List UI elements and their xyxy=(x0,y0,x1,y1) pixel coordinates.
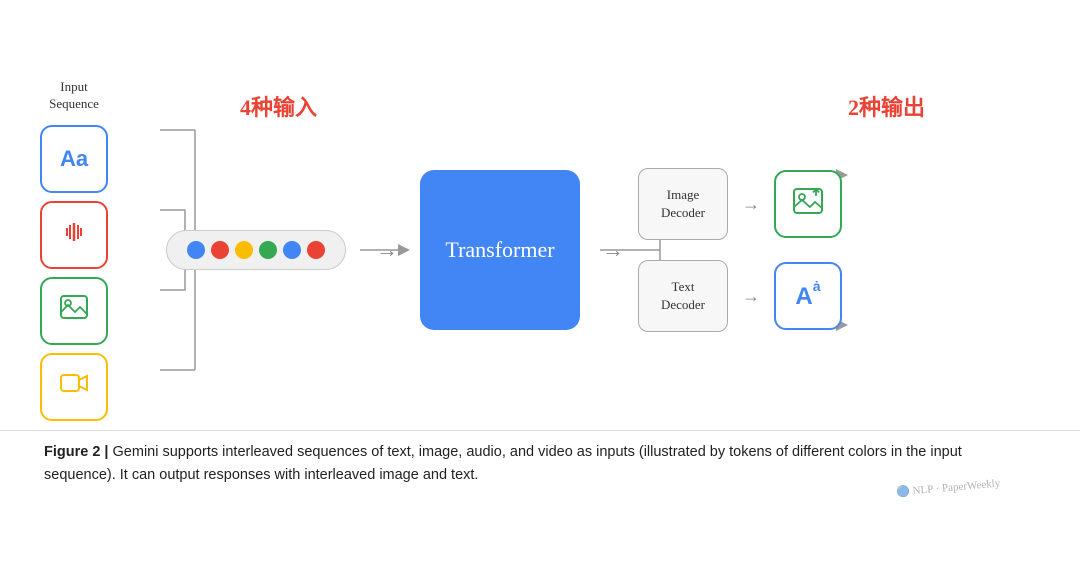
audio-input-box xyxy=(40,201,108,269)
arrow-to-text-output: → xyxy=(742,286,760,307)
input-section: InputSequence Aa xyxy=(40,79,108,421)
text-input-box: Aa xyxy=(40,125,108,193)
image-icon xyxy=(59,294,89,327)
text-decoder-row: Text Decoder → Aȧ xyxy=(638,260,842,332)
token-dot-6 xyxy=(307,241,325,259)
caption-text: Gemini supports interleaved sequences of… xyxy=(44,444,962,483)
image-decoder-box: Image Decoder xyxy=(638,168,728,240)
arrow-to-image-output: → xyxy=(742,194,760,215)
caption-bold: Figure 2 | xyxy=(44,444,109,460)
token-dot-3 xyxy=(235,241,253,259)
token-dot-1 xyxy=(187,241,205,259)
image-decoder-label: Image Decoder xyxy=(661,186,705,222)
caption-area: Figure 2 | Gemini supports interleaved s… xyxy=(0,430,1080,501)
video-input-box xyxy=(40,353,108,421)
audio-icon xyxy=(60,218,88,252)
input-sequence-label: InputSequence xyxy=(49,79,99,113)
token-sequence xyxy=(166,230,346,270)
token-dot-5 xyxy=(283,241,301,259)
video-icon xyxy=(59,371,89,402)
token-dot-2 xyxy=(211,241,229,259)
image-output-icon xyxy=(792,187,824,222)
text-decoder-box: Text Decoder xyxy=(638,260,728,332)
transformer-label: Transformer xyxy=(445,237,554,263)
text-output-icon: Aȧ xyxy=(795,282,820,311)
text-icon: Aa xyxy=(60,146,88,172)
arrow-from-transformer: → xyxy=(602,237,624,263)
text-decoder-label: Text Decoder xyxy=(661,278,705,314)
image-output-icon-box xyxy=(774,170,842,238)
token-dot-4 xyxy=(259,241,277,259)
diagram-area: 4种输入 2种输出 InputSequence Aa xyxy=(0,0,1080,430)
output-section: Image Decoder → xyxy=(638,168,842,332)
transformer-box: Transformer xyxy=(420,170,580,330)
text-output-icon-box: Aȧ xyxy=(774,262,842,330)
input-boxes: Aa xyxy=(40,125,108,421)
arrow-to-transformer: → xyxy=(376,237,398,263)
image-input-box xyxy=(40,277,108,345)
image-decoder-row: Image Decoder → xyxy=(638,168,842,240)
